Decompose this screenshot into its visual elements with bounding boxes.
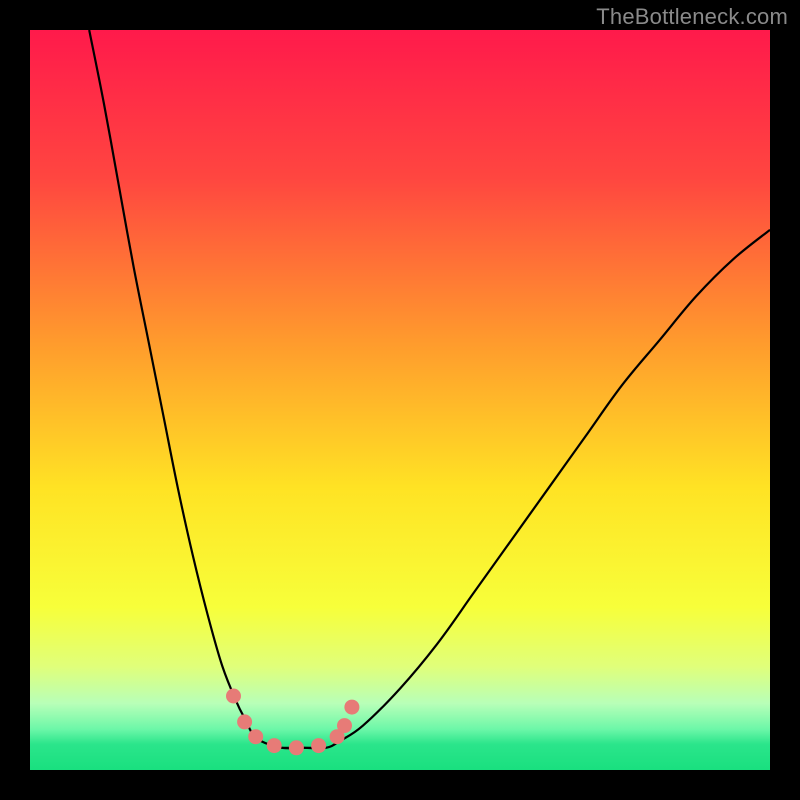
plot-area bbox=[30, 30, 770, 770]
watermark-text: TheBottleneck.com bbox=[596, 4, 788, 30]
chart-frame: TheBottleneck.com bbox=[0, 0, 800, 800]
right-curve bbox=[282, 230, 770, 749]
marker-dot bbox=[289, 740, 304, 755]
marker-dot bbox=[337, 718, 352, 733]
curves-layer bbox=[30, 30, 770, 770]
marker-dot bbox=[237, 714, 252, 729]
marker-dots bbox=[226, 689, 359, 756]
marker-dot bbox=[248, 729, 263, 744]
left-curve bbox=[89, 30, 326, 748]
marker-dot bbox=[311, 738, 326, 753]
marker-dot bbox=[267, 738, 282, 753]
marker-dot bbox=[226, 689, 241, 704]
marker-dot bbox=[344, 700, 359, 715]
